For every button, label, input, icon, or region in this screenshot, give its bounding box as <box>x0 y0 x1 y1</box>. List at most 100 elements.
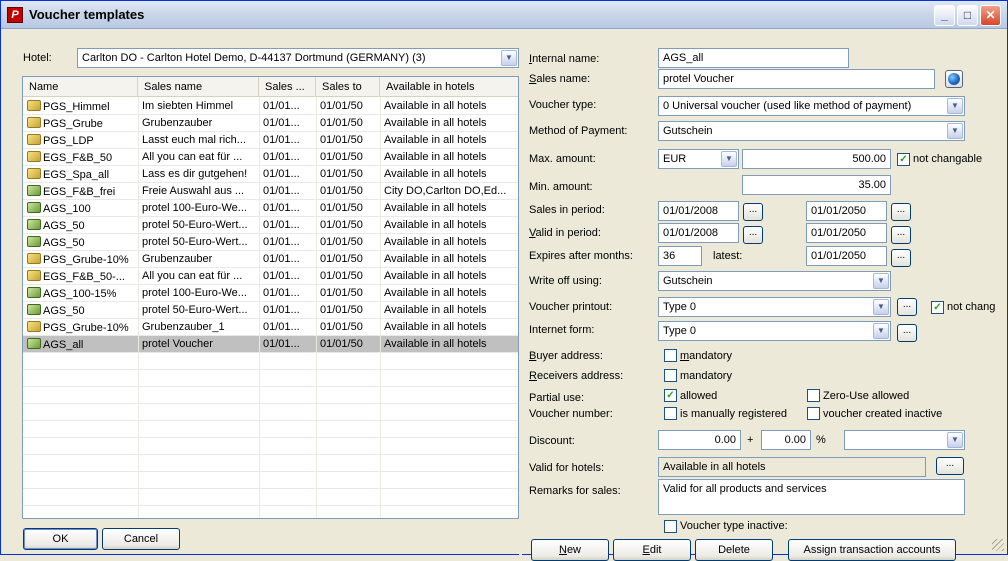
table-row[interactable]: AGS_50 protel 50-Euro-Wert... 01/01... 01/0… <box>23 234 518 251</box>
chevron-down-icon[interactable]: ▼ <box>947 432 963 448</box>
table-row[interactable]: EGS_F&B_frei Freie Auswahl aus ... 01/01..… <box>23 183 518 200</box>
chevron-down-icon[interactable]: ▼ <box>721 151 737 167</box>
printout-not-changable-checkbox[interactable]: ✓ <box>931 301 944 314</box>
chevron-down-icon[interactable]: ▼ <box>947 123 963 139</box>
receivers-address-label: Receivers address: <box>529 370 624 382</box>
sales-to-picker-button[interactable]: ... <box>891 203 911 221</box>
table-row[interactable]: AGS_all protel Voucher 01/01... 01/01/50 Ava… <box>23 336 518 353</box>
manually-registered-checkbox[interactable] <box>664 407 677 420</box>
table-cell-sales-name: protel Voucher <box>138 336 259 353</box>
chevron-down-icon[interactable]: ▼ <box>947 98 963 114</box>
edit-button[interactable]: Edit <box>613 539 691 561</box>
type-inactive-checkbox[interactable] <box>664 520 677 533</box>
internal-name-input[interactable]: AGS_all <box>658 48 849 68</box>
table-row[interactable]: PGS_Himmel Im siebten Himmel 01/01... 01/01… <box>23 98 518 115</box>
protel-app-icon: P <box>7 7 23 23</box>
new-button[interactable]: New <box>531 539 609 561</box>
valid-period-to[interactable]: 01/01/2050 <box>806 223 887 243</box>
cell-text: Available in all hotels <box>384 202 487 214</box>
cell-text: 01/01... <box>263 236 300 248</box>
resize-grip[interactable] <box>992 539 1004 551</box>
valid-period-from[interactable]: 01/01/2008 <box>658 223 739 243</box>
chevron-down-icon[interactable]: ▼ <box>873 273 889 289</box>
voucher-list[interactable]: Name Sales name Sales ... Sales to Avail… <box>22 76 519 519</box>
buyer-mandatory-checkbox[interactable] <box>664 349 677 362</box>
hotel-select[interactable]: Carlton DO - Carlton Hotel Demo, D-44137… <box>77 48 519 68</box>
printout-options-button[interactable]: ... <box>897 298 917 316</box>
valid-to-picker-button[interactable]: ... <box>891 226 911 244</box>
table-cell-sales-name: protel 100-Euro-We... <box>138 200 259 217</box>
grid-line <box>23 301 518 302</box>
voucher-icon <box>27 321 41 332</box>
discount-percent-input[interactable]: 0.00 <box>761 430 811 450</box>
assign-accounts-button[interactable]: Assign transaction accounts <box>788 539 956 561</box>
chevron-down-icon[interactable]: ▼ <box>501 50 517 66</box>
cell-text: Available in all hotels <box>384 151 487 163</box>
sales-from-picker-button[interactable]: ... <box>743 203 763 221</box>
table-row[interactable]: AGS_100-15% protel 100-Euro-We... 01/01...… <box>23 285 518 302</box>
table-row[interactable]: PGS_Grube-10% Grubenzauber 01/01... 01/01/5… <box>23 251 518 268</box>
splitter[interactable] <box>519 45 522 555</box>
minimize-button[interactable]: _ <box>934 5 955 26</box>
table-row[interactable]: PGS_Grube Grubenzauber 01/01... 01/01/50 Ava… <box>23 115 518 132</box>
table-row[interactable]: EGS_F&B_50 All you can eat für ... 01/01..… <box>23 149 518 166</box>
voucher-type-select[interactable]: 0 Universal voucher (used like method of… <box>658 96 965 116</box>
column-sales-to[interactable]: Sales to <box>316 77 380 97</box>
maximize-button[interactable]: □ <box>957 5 978 26</box>
voucher-icon <box>27 253 41 264</box>
cell-text: AGS_50 <box>43 220 85 232</box>
table-row[interactable]: AGS_50 protel 50-Euro-Wert... 01/01... 01/0… <box>23 217 518 234</box>
table-cell-hotels: Available in all hotels <box>380 285 518 302</box>
sales-name-input[interactable]: protel Voucher <box>658 69 935 89</box>
valid-from-picker-button[interactable]: ... <box>743 226 763 244</box>
latest-date-input[interactable]: 01/01/2050 <box>806 246 887 266</box>
cell-text: AGS_all <box>43 339 84 351</box>
expires-months-input[interactable]: 36 <box>658 246 702 266</box>
discount-type-select[interactable]: ▼ <box>844 430 965 450</box>
globe-icon[interactable] <box>945 70 963 88</box>
table-row[interactable]: PGS_Grube-10% Grubenzauber_1 01/01... 01/01… <box>23 319 518 336</box>
discount-amount-input[interactable]: 0.00 <box>658 430 741 450</box>
internet-form-select[interactable]: Type 0 ▼ <box>658 321 891 341</box>
currency-select[interactable]: EUR ▼ <box>658 149 739 169</box>
latest-picker-button[interactable]: ... <box>891 249 911 267</box>
min-amount-input[interactable]: 35.00 <box>742 175 891 195</box>
table-row[interactable]: EGS_Spa_all Lass es dir gutgehen! 01/01...… <box>23 166 518 183</box>
created-inactive-checkbox[interactable] <box>807 407 820 420</box>
ok-button[interactable]: OK <box>23 528 98 550</box>
sales-period-to[interactable]: 01/01/2050 <box>806 201 887 221</box>
table-row[interactable]: EGS_F&B_50-... All you can eat für ... 01/… <box>23 268 518 285</box>
table-row[interactable]: PGS_LDP Lasst euch mal rich... 01/01... 01/… <box>23 132 518 149</box>
voucher-printout-select[interactable]: Type 0 ▼ <box>658 297 891 317</box>
table-cell-hotels: Available in all hotels <box>380 149 518 166</box>
method-payment-select[interactable]: Gutschein ▼ <box>658 121 965 141</box>
column-available-hotels[interactable]: Available in hotels <box>380 77 518 97</box>
column-name[interactable]: Name <box>23 77 138 97</box>
write-off-select[interactable]: Gutschein ▼ <box>658 271 891 291</box>
cancel-button[interactable]: Cancel <box>102 528 180 550</box>
sales-period-from[interactable]: 01/01/2008 <box>658 201 739 221</box>
valid-hotels-button[interactable]: ... <box>936 457 964 475</box>
buyer-mandatory-label: mandatory <box>680 350 732 362</box>
table-row[interactable]: AGS_50 protel 50-Euro-Wert... 01/01... 01/0… <box>23 302 518 319</box>
partial-allowed-checkbox[interactable]: ✓ <box>664 389 677 402</box>
column-sales-from[interactable]: Sales ... <box>259 77 316 97</box>
column-sales-name[interactable]: Sales name <box>138 77 259 97</box>
remarks-textarea[interactable]: Valid for all products and services <box>658 479 965 515</box>
max-amount-input[interactable]: 500.00 <box>742 149 891 169</box>
write-off-label: Write off using: <box>529 275 602 287</box>
cell-text: 01/01/50 <box>320 304 363 316</box>
receivers-mandatory-checkbox[interactable] <box>664 369 677 382</box>
chevron-down-icon[interactable]: ▼ <box>873 299 889 315</box>
title-bar[interactable]: P Voucher templates _ □ ✕ <box>1 1 1007 29</box>
chevron-down-icon[interactable]: ▼ <box>873 323 889 339</box>
delete-button[interactable]: Delete <box>695 539 773 561</box>
cell-text: 01/01/50 <box>320 219 363 231</box>
close-button[interactable]: ✕ <box>980 5 1001 26</box>
table-cell-name: PGS_LDP <box>23 132 138 149</box>
internet-form-options-button[interactable]: ... <box>897 324 917 342</box>
zero-use-checkbox[interactable] <box>807 389 820 402</box>
table-cell-to: 01/01/50 <box>316 319 380 336</box>
not-changable-checkbox[interactable]: ✓ <box>897 153 910 166</box>
table-row[interactable]: AGS_100 protel 100-Euro-We... 01/01... 01/0… <box>23 200 518 217</box>
